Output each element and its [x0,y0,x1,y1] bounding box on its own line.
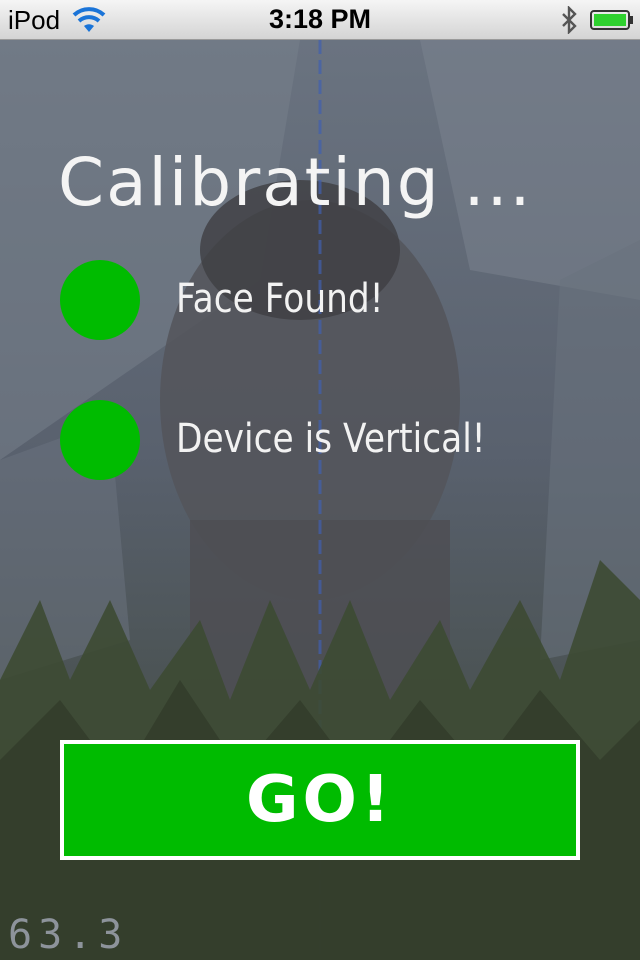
device-vertical-label: Device is Vertical! [176,416,486,462]
go-button[interactable]: GO! [60,740,580,860]
face-found-indicator [60,260,140,340]
fps-readout: 63.3 [8,912,129,958]
status-time: 3:18 PM [268,4,372,34]
device-vertical-indicator [60,400,140,480]
face-found-label: Face Found! [176,276,384,322]
status-bar: iPod 3:18 PM [0,0,640,40]
battery-icon [590,10,633,30]
page-title: Calibrating ... [58,144,533,222]
bluetooth-icon [562,6,577,34]
